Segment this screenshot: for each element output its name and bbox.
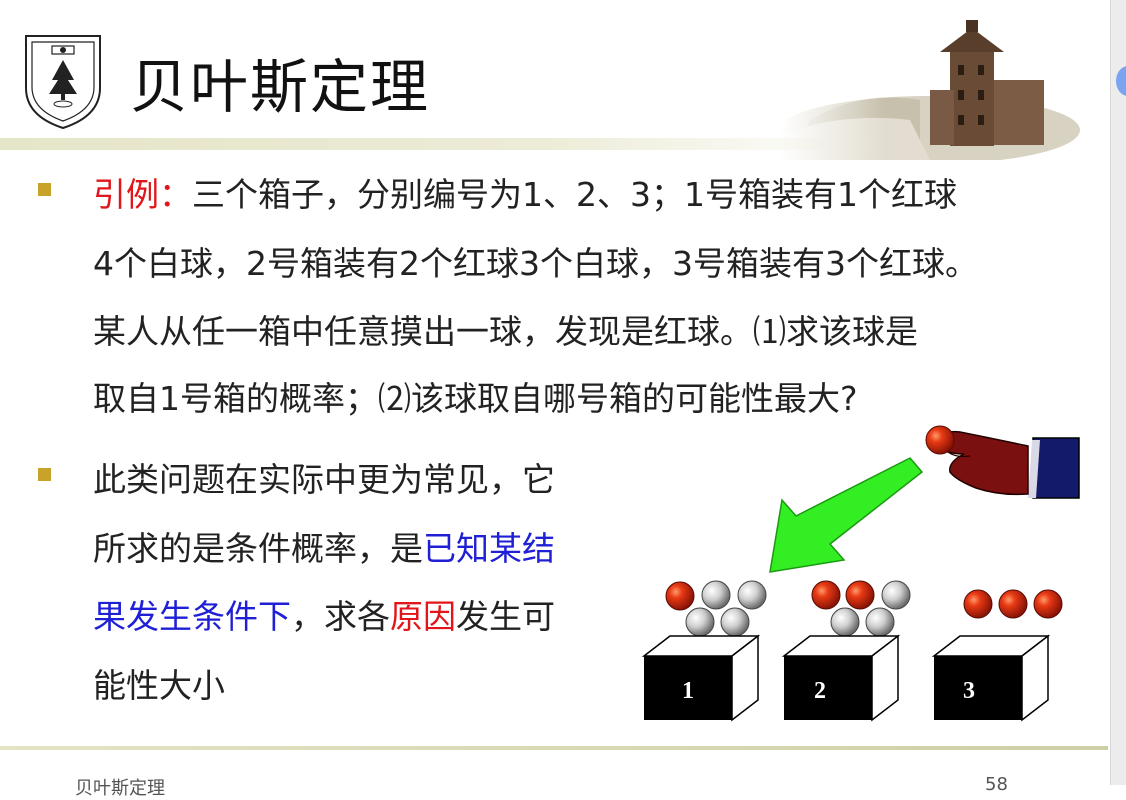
bullet-2-line-1: 此类问题在实际中更为常见，它	[93, 460, 555, 499]
bullet-2-line-3-post: 发生可	[456, 597, 555, 636]
bullet-1-line-1-rest: 三个箱子，分别编号为1、2、3；1号箱装有1个红球	[192, 175, 957, 214]
footer-rule	[0, 746, 1108, 750]
green-arrow-icon	[769, 457, 924, 573]
bullet-2-line-2-blue: 已知某结	[423, 529, 555, 568]
page-title: 贝叶斯定理	[130, 53, 431, 121]
slide: 贝叶斯定理 引例：三个箱子，分别编号为1、2、3；1号箱装有1个红球 4个白球，…	[0, 0, 1110, 799]
nanjing-university-logo	[25, 35, 101, 130]
bullet-2-line-3: 果发生条件下，求各原因发生可	[93, 590, 555, 638]
bullet-2-line-2: 所求的是条件概率，是已知某结	[93, 522, 555, 570]
footer-title: 贝叶斯定理	[75, 778, 165, 799]
bullet-marker-1	[38, 183, 51, 196]
bullet-2-line-4: 能性大小	[93, 666, 225, 705]
hand-icon	[937, 430, 1080, 499]
three-boxes-illustration: 1 2 3	[641, 425, 1080, 722]
window-scrollbar[interactable]	[1110, 0, 1126, 785]
bullet-2-line-2-pre: 所求的是条件概率，是	[93, 529, 423, 568]
box-1: 1	[641, 580, 767, 722]
box-2-label: 2	[814, 678, 826, 704]
bullet-marker-2	[38, 468, 51, 481]
box-3-label: 3	[963, 678, 975, 704]
box-2: 2	[781, 580, 911, 722]
box-3: 3	[931, 589, 1063, 722]
bullet-2-line-3-red: 原因	[390, 597, 456, 636]
bullet-2-line-3-mid: ，求各	[291, 597, 390, 636]
bullet-1-line-1: 引例：三个箱子，分别编号为1、2、3；1号箱装有1个红球	[93, 168, 957, 216]
bullet-1-line-2: 4个白球，2号箱装有2个红球3个白球，3号箱装有3个红球。	[93, 244, 978, 283]
drawn-ball	[925, 425, 955, 455]
box-1-label: 1	[682, 678, 694, 704]
bullet-2-line-3-blue: 果发生条件下	[93, 597, 291, 636]
title-underline	[0, 138, 880, 150]
example-lead: 引例：	[93, 175, 192, 214]
bullet-1-line-3: 某人从任一箱中任意摸出一球，发现是红球。⑴求该球是	[93, 312, 918, 351]
